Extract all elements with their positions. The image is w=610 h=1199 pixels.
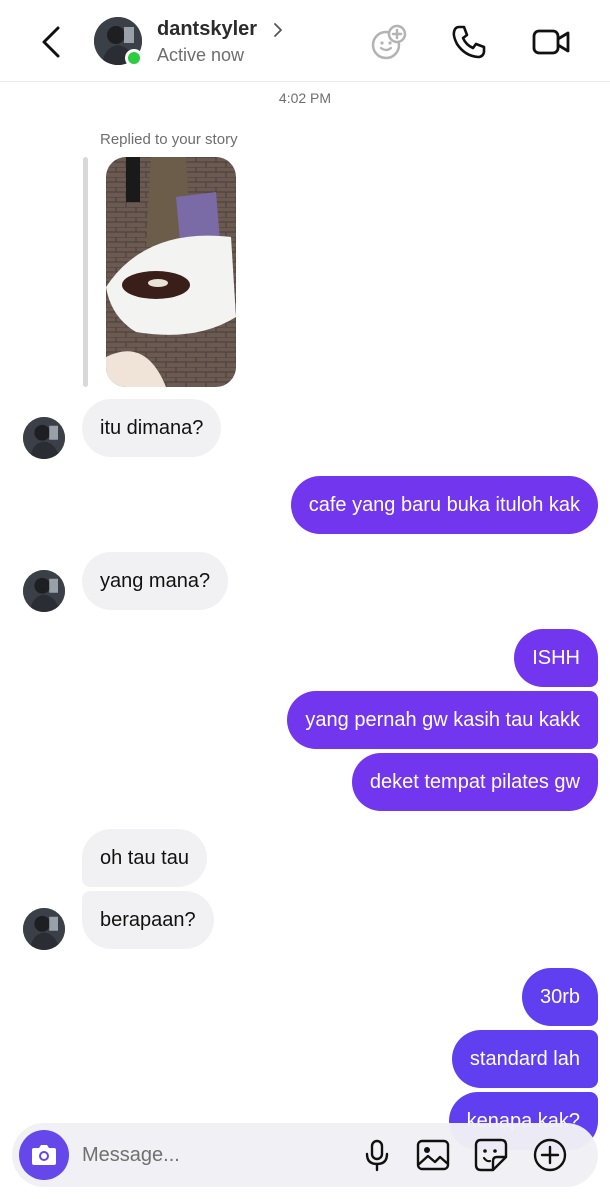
received-message[interactable]: itu dimana? — [82, 399, 222, 457]
sticker-icon[interactable] — [473, 1137, 509, 1173]
sent-message[interactable]: standard lah — [451, 1030, 598, 1088]
avatar[interactable] — [23, 417, 65, 459]
back-icon[interactable] — [34, 22, 72, 62]
message-timestamp: 4:02 PM — [278, 90, 332, 106]
sent-message[interactable]: ISHH — [514, 629, 598, 687]
sent-message[interactable]: 30rb — [521, 968, 598, 1026]
received-message[interactable]: oh tau tau — [82, 829, 207, 887]
sent-message[interactable]: yang pernah gw kasih tau kakk — [287, 691, 598, 749]
online-indicator — [125, 49, 143, 67]
received-message[interactable]: yang mana? — [82, 552, 229, 610]
effects-icon[interactable] — [369, 22, 409, 62]
microphone-icon[interactable] — [359, 1137, 395, 1173]
story-reply-bar — [83, 157, 88, 387]
camera-button[interactable] — [19, 1130, 69, 1180]
gallery-icon[interactable] — [415, 1137, 451, 1173]
plus-icon[interactable] — [532, 1137, 568, 1173]
video-camera-icon[interactable] — [531, 22, 571, 62]
story-thumbnail[interactable] — [106, 157, 236, 387]
sent-message[interactable]: deket tempat pilates gw — [351, 753, 598, 811]
chat-header: dantskyler Active now — [0, 0, 610, 82]
received-message[interactable]: berapaan? — [82, 891, 214, 949]
avatar[interactable] — [23, 570, 65, 612]
message-input[interactable] — [82, 1135, 342, 1175]
username[interactable]: dantskyler — [157, 18, 257, 41]
phone-icon[interactable] — [449, 22, 489, 62]
chevron-right-icon[interactable] — [272, 20, 284, 40]
sent-message[interactable]: cafe yang baru buka ituloh kak — [290, 476, 598, 534]
story-reply-label: Replied to your story — [100, 131, 238, 148]
active-status: Active now — [157, 45, 245, 65]
message-composer — [12, 1123, 598, 1187]
avatar[interactable] — [23, 908, 65, 950]
camera-icon — [32, 1145, 56, 1165]
